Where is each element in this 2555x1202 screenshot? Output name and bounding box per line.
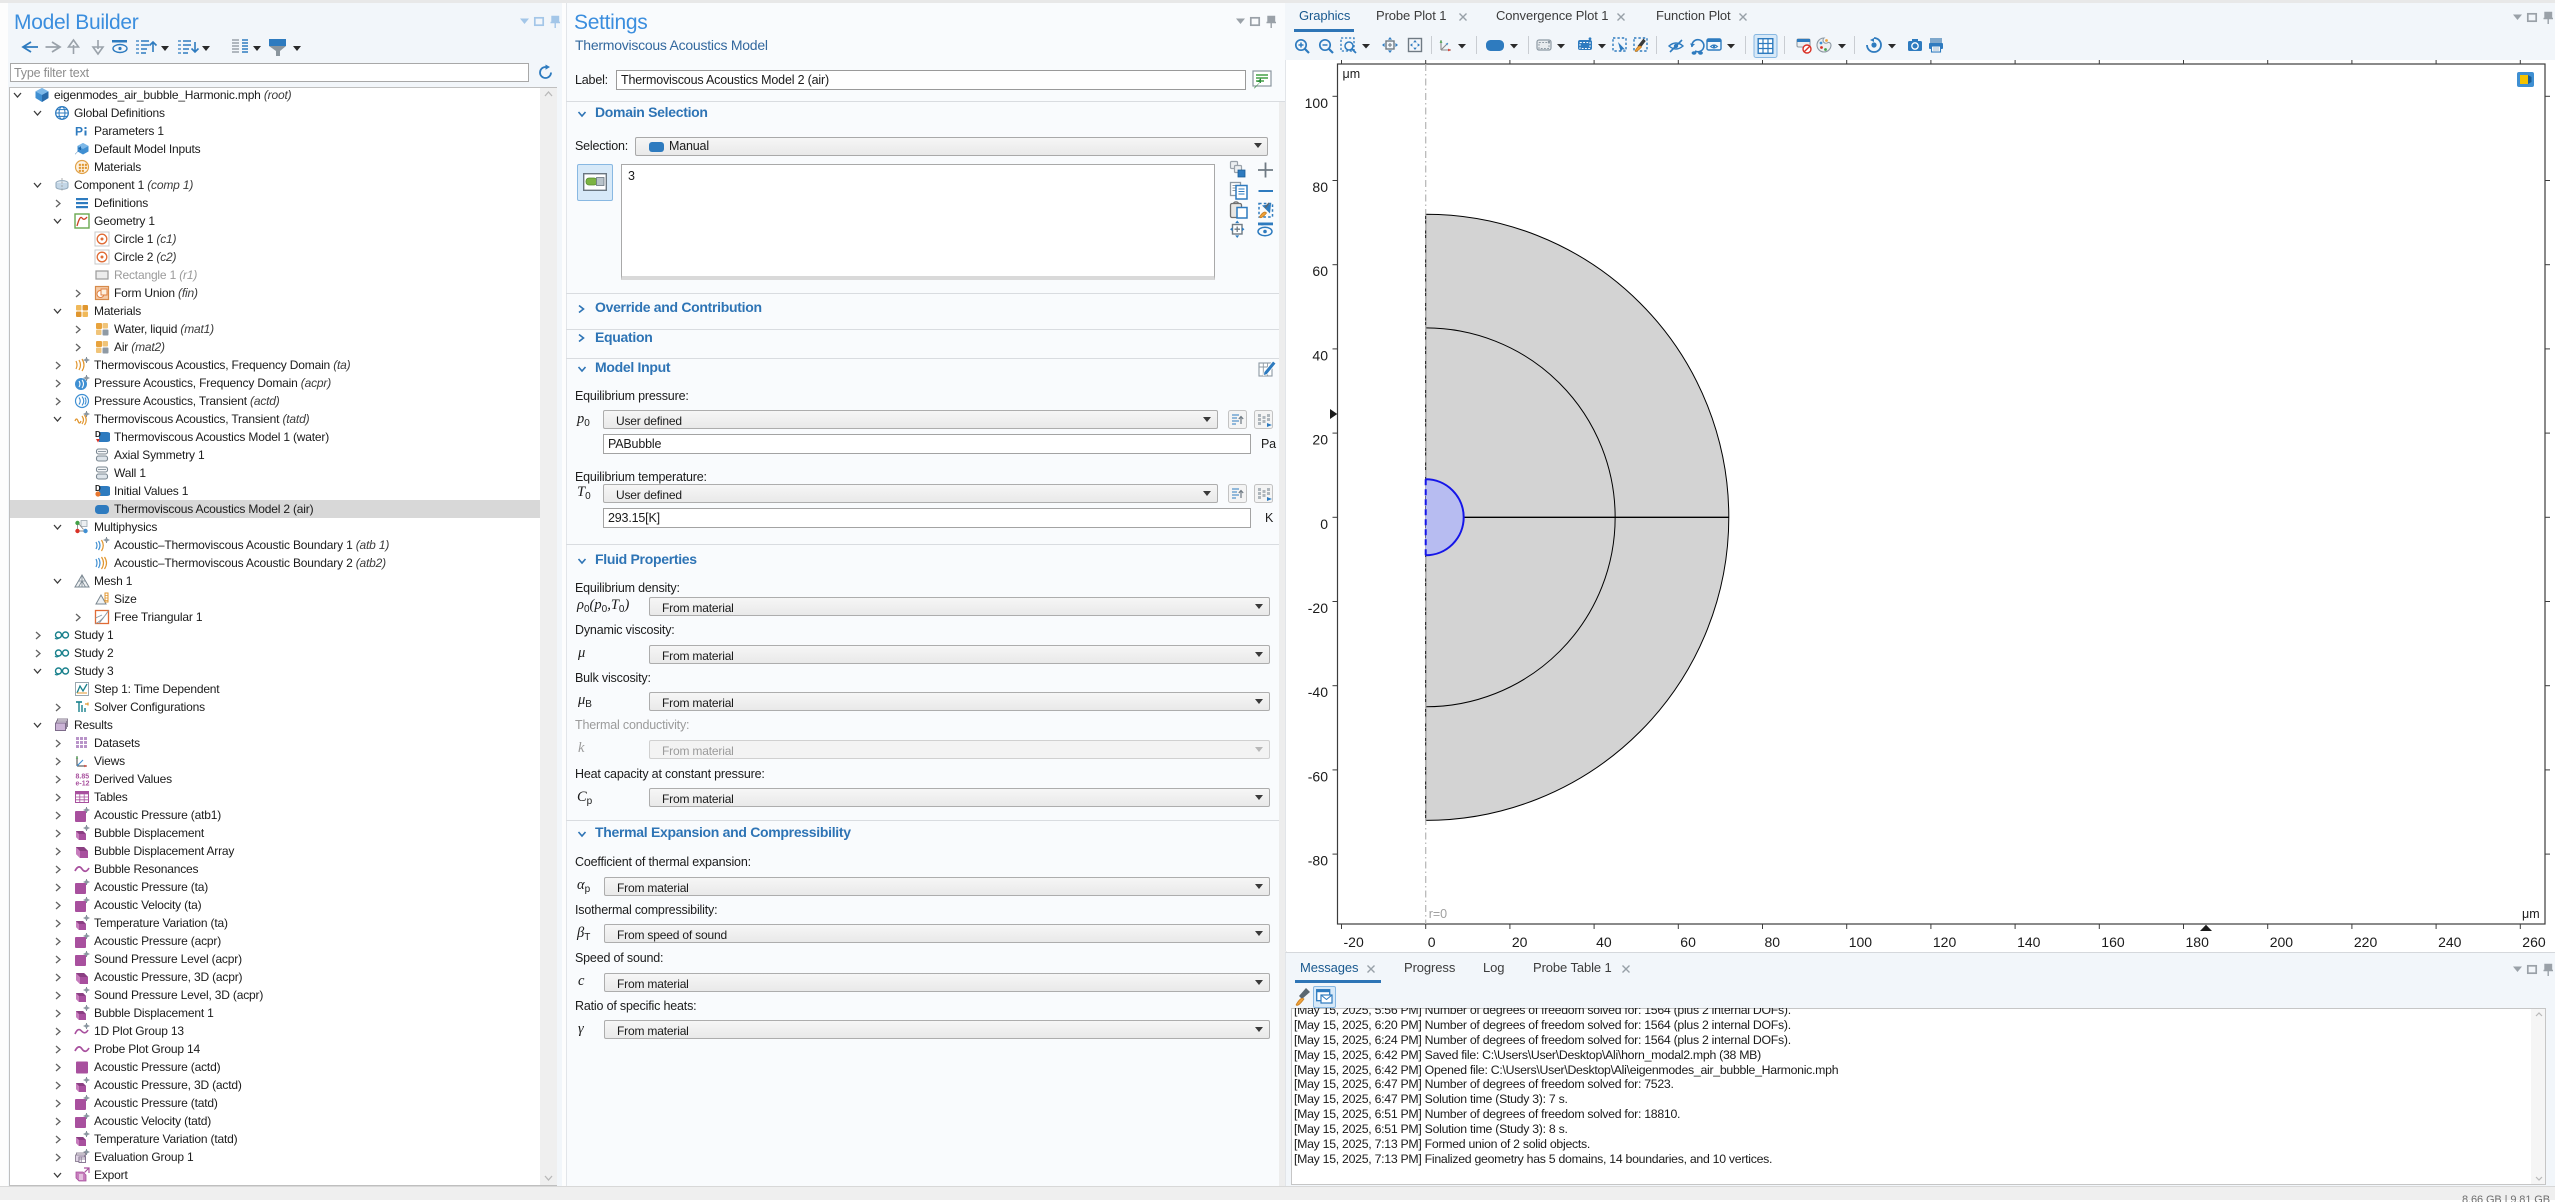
svg-text:260: 260 — [2522, 934, 2546, 950]
svg-text:r=0: r=0 — [1429, 907, 1447, 921]
svg-text:40: 40 — [1596, 934, 1612, 950]
svg-text:0: 0 — [1428, 934, 1436, 950]
svg-text:0: 0 — [1320, 516, 1328, 532]
svg-text:100: 100 — [1305, 95, 1329, 111]
svg-text:80: 80 — [1312, 179, 1328, 195]
svg-text:P: P — [75, 125, 83, 139]
svg-text:240: 240 — [2438, 934, 2462, 950]
svg-text:160: 160 — [2101, 934, 2125, 950]
svg-text:20: 20 — [1512, 934, 1528, 950]
svg-text:60: 60 — [1312, 263, 1328, 279]
svg-text:60: 60 — [1680, 934, 1696, 950]
svg-text:-40: -40 — [1308, 684, 1328, 700]
svg-text:140: 140 — [2017, 934, 2041, 950]
svg-text:20: 20 — [1312, 432, 1328, 448]
svg-text:-80: -80 — [1308, 853, 1328, 869]
svg-text:40: 40 — [1312, 347, 1328, 363]
svg-text:120: 120 — [1933, 934, 1957, 950]
svg-text:D: D — [95, 430, 101, 439]
svg-text:-20: -20 — [1344, 934, 1364, 950]
svg-text:e-12: e-12 — [76, 781, 90, 788]
svg-text:8.85: 8.85 — [76, 774, 90, 781]
svg-text:80: 80 — [1765, 934, 1781, 950]
svg-text:-60: -60 — [1308, 768, 1328, 784]
svg-text:-20: -20 — [1308, 600, 1328, 616]
svg-text:220: 220 — [2354, 934, 2378, 950]
svg-text:200: 200 — [2270, 934, 2294, 950]
svg-text:100: 100 — [1849, 934, 1873, 950]
svg-text:μm: μm — [2522, 907, 2540, 921]
svg-text:180: 180 — [2186, 934, 2210, 950]
svg-text:μm: μm — [1343, 67, 1361, 81]
